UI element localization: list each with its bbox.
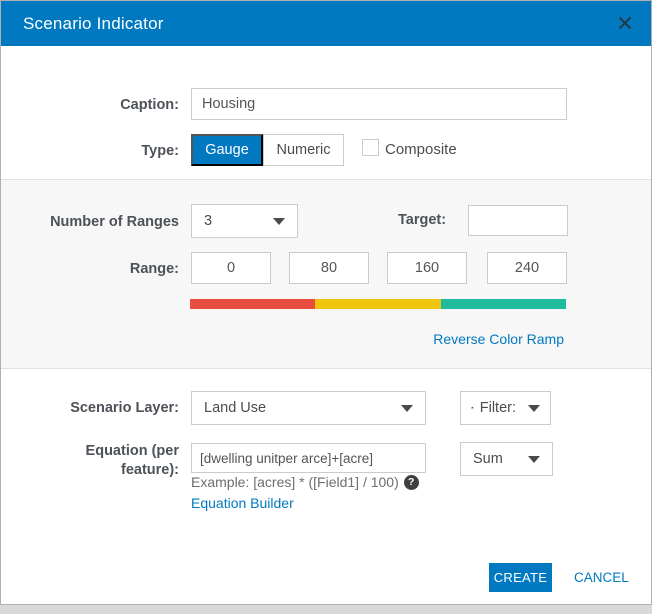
dialog-title: Scenario Indicator — [23, 1, 164, 46]
cancel-link[interactable]: CANCEL — [574, 570, 629, 585]
number-of-ranges-value: 3 — [204, 213, 273, 229]
range-input-1[interactable] — [289, 252, 369, 284]
chevron-down-icon — [401, 405, 413, 412]
dialog-header: Scenario Indicator — [1, 1, 651, 46]
chevron-down-icon — [528, 456, 540, 463]
caption-label: Caption: — [21, 96, 179, 115]
target-input[interactable] — [468, 205, 568, 236]
equation-label: Equation (per feature): — [21, 442, 179, 480]
scenario-indicator-dialog: Scenario Indicator Caption: Type: Gauge … — [0, 0, 652, 605]
aggregation-value: Sum — [473, 451, 528, 467]
equation-example: Example: [acres] * ([Field1] / 100) ? — [191, 474, 419, 490]
help-icon[interactable]: ? — [404, 475, 419, 490]
ramp-segment-red — [190, 299, 315, 309]
number-of-ranges-select[interactable]: 3 — [191, 204, 298, 238]
type-gauge-button[interactable]: Gauge — [191, 134, 263, 166]
range-label: Range: — [21, 260, 179, 279]
filter-label: Filter: — [480, 400, 516, 416]
number-of-ranges-label: Number of Ranges — [21, 213, 179, 232]
close-x-glyph — [618, 16, 632, 30]
range-input-3[interactable] — [487, 252, 567, 284]
scenario-layer-select[interactable]: Land Use — [191, 391, 426, 425]
filter-dropdown[interactable]: Filter: — [460, 391, 551, 425]
equation-builder-link[interactable]: Equation Builder — [191, 495, 294, 511]
ramp-segment-yellow — [315, 299, 440, 309]
composite-checkbox[interactable] — [362, 139, 379, 156]
reverse-color-ramp-link[interactable]: Reverse Color Ramp — [433, 331, 564, 347]
type-numeric-button[interactable]: Numeric — [263, 134, 344, 166]
color-ramp — [190, 299, 566, 309]
scenario-layer-label: Scenario Layer: — [21, 399, 179, 418]
scenario-layer-value: Land Use — [204, 400, 401, 416]
type-label: Type: — [21, 142, 179, 161]
range-input-0[interactable] — [191, 252, 271, 284]
composite-label: Composite — [385, 141, 457, 158]
equation-label-line1: Equation (per — [86, 443, 179, 459]
range-input-2[interactable] — [387, 252, 467, 284]
target-label: Target: — [398, 212, 446, 228]
aggregation-select[interactable]: Sum — [460, 442, 553, 476]
create-button[interactable]: CREATE — [489, 563, 552, 592]
ramp-segment-green — [441, 299, 566, 309]
equation-label-line2: feature): — [121, 462, 179, 478]
close-icon[interactable] — [617, 15, 633, 31]
equation-example-text: Example: [acres] * ([Field1] / 100) — [191, 474, 399, 490]
layers-icon — [471, 400, 474, 416]
caption-input[interactable] — [191, 88, 567, 120]
chevron-down-icon — [273, 218, 285, 225]
equation-input[interactable] — [191, 443, 426, 473]
chevron-down-icon — [528, 405, 540, 412]
